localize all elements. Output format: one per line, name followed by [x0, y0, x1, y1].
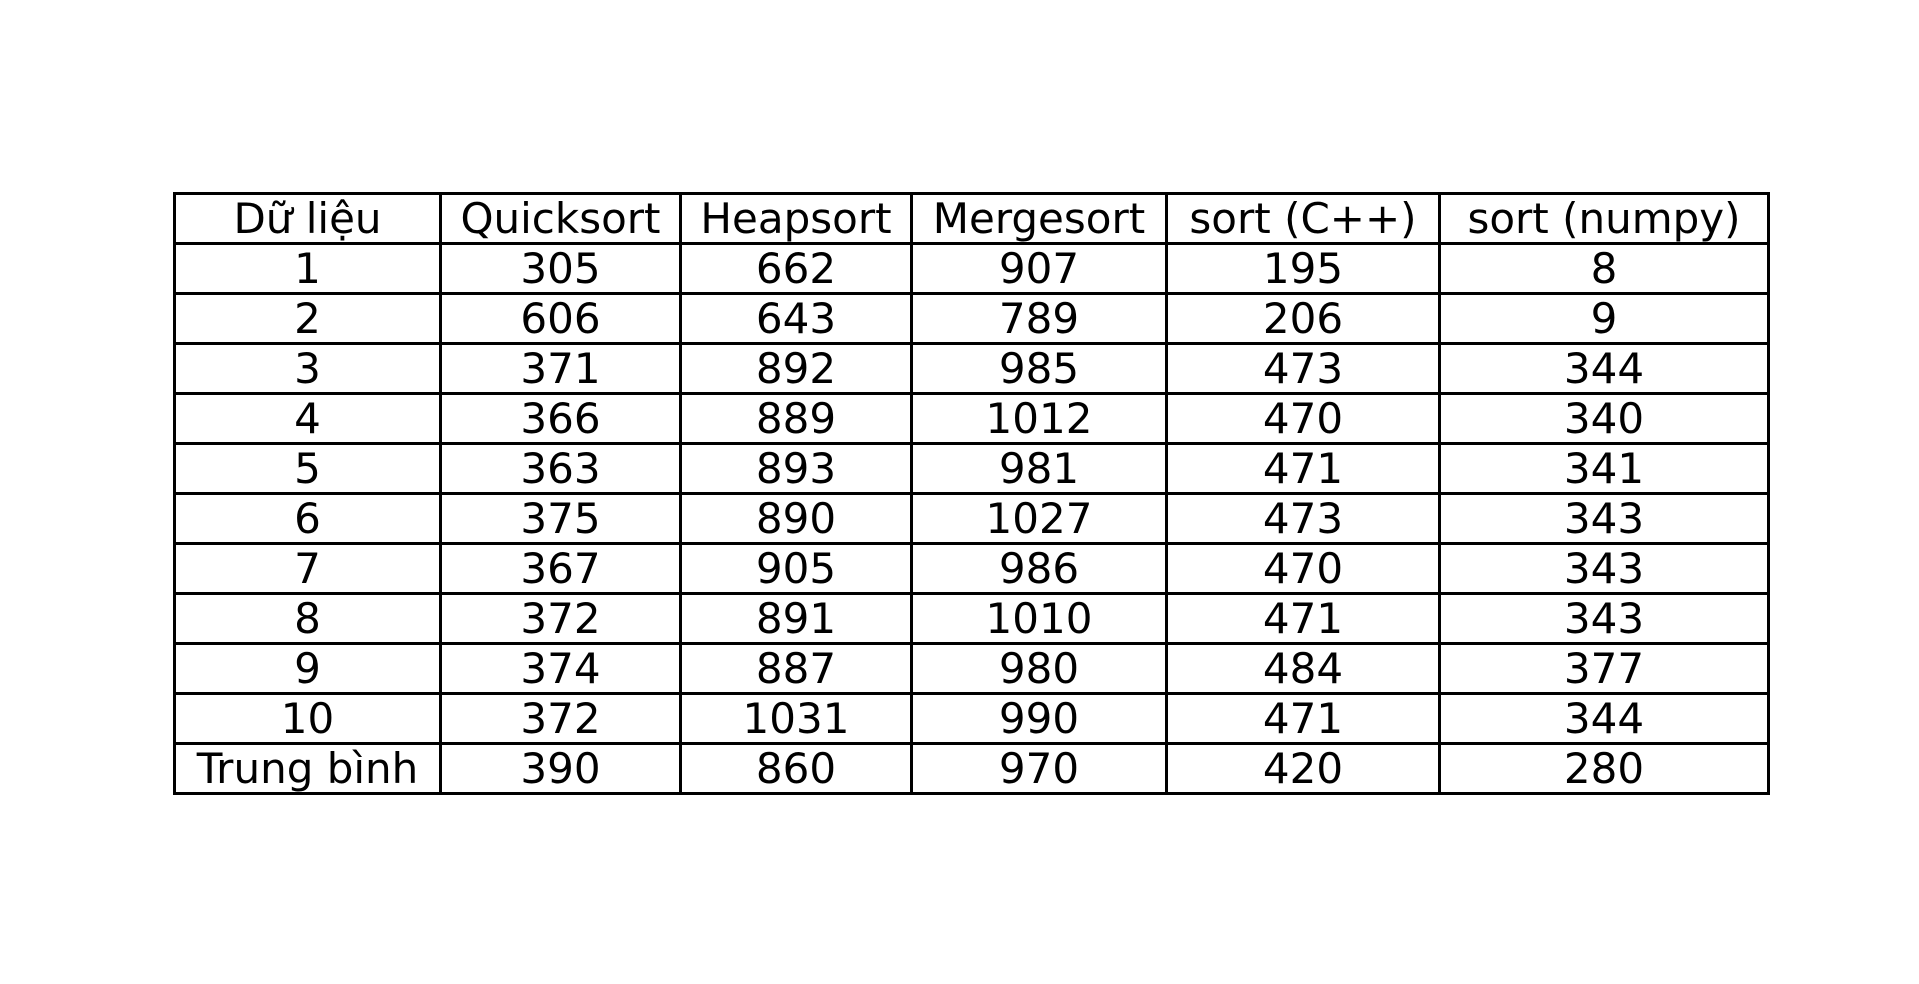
row-label-cell: 5	[173, 442, 442, 495]
value-cell: 970	[910, 742, 1168, 795]
value-cell: 887	[679, 642, 913, 695]
value-cell: 1010	[910, 592, 1168, 645]
data-table-container: Dữ liệu Quicksort Heapsort Mergesort sor…	[173, 192, 1770, 795]
value-cell: 471	[1165, 692, 1441, 745]
table-row: 10 372 1031 990 471 344	[173, 692, 1770, 745]
value-cell: 606	[439, 292, 682, 345]
value-cell: 860	[679, 742, 913, 795]
value-cell: 905	[679, 542, 913, 595]
value-cell: 375	[439, 492, 682, 545]
value-cell: 980	[910, 642, 1168, 695]
value-cell: 206	[1165, 292, 1441, 345]
value-cell: 473	[1165, 492, 1441, 545]
value-cell: 789	[910, 292, 1168, 345]
value-cell: 371	[439, 342, 682, 395]
table-body: 1 305 662 907 195 8 2 606 643 789 206 9 3 371 892 985 47…	[173, 242, 1770, 795]
row-label-cell: 9	[173, 642, 442, 695]
value-cell: 377	[1438, 642, 1770, 695]
row-label-cell: 3	[173, 342, 442, 395]
value-cell: 889	[679, 392, 913, 445]
row-label-cell: Trung bình	[173, 742, 442, 795]
table-row: 8 372 891 1010 471 343	[173, 592, 1770, 645]
table-row: 5 363 893 981 471 341	[173, 442, 1770, 495]
value-cell: 484	[1165, 642, 1441, 695]
table-row: 9 374 887 980 484 377	[173, 642, 1770, 695]
value-cell: 986	[910, 542, 1168, 595]
value-cell: 372	[439, 592, 682, 645]
value-cell: 420	[1165, 742, 1441, 795]
value-cell: 643	[679, 292, 913, 345]
column-header: sort (C++)	[1165, 192, 1441, 245]
value-cell: 471	[1165, 442, 1441, 495]
value-cell: 891	[679, 592, 913, 645]
value-cell: 343	[1438, 492, 1770, 545]
row-label-cell: 4	[173, 392, 442, 445]
average-row: Trung bình 390 860 970 420 280	[173, 742, 1770, 795]
row-label-cell: 8	[173, 592, 442, 645]
row-label-cell: 6	[173, 492, 442, 545]
value-cell: 985	[910, 342, 1168, 395]
table-row: 3 371 892 985 473 344	[173, 342, 1770, 395]
column-header: Dữ liệu	[173, 192, 442, 245]
value-cell: 662	[679, 242, 913, 295]
value-cell: 471	[1165, 592, 1441, 645]
value-cell: 390	[439, 742, 682, 795]
value-cell: 367	[439, 542, 682, 595]
data-table: Dữ liệu Quicksort Heapsort Mergesort sor…	[173, 192, 1770, 795]
column-header: Quicksort	[439, 192, 682, 245]
row-label-cell: 7	[173, 542, 442, 595]
value-cell: 9	[1438, 292, 1770, 345]
column-header: Mergesort	[910, 192, 1168, 245]
value-cell: 363	[439, 442, 682, 495]
value-cell: 892	[679, 342, 913, 395]
value-cell: 907	[910, 242, 1168, 295]
value-cell: 280	[1438, 742, 1770, 795]
value-cell: 1031	[679, 692, 913, 745]
row-label-cell: 2	[173, 292, 442, 345]
value-cell: 990	[910, 692, 1168, 745]
table-row: 7 367 905 986 470 343	[173, 542, 1770, 595]
value-cell: 374	[439, 642, 682, 695]
value-cell: 470	[1165, 392, 1441, 445]
header-row: Dữ liệu Quicksort Heapsort Mergesort sor…	[173, 192, 1770, 245]
value-cell: 981	[910, 442, 1168, 495]
value-cell: 8	[1438, 242, 1770, 295]
value-cell: 470	[1165, 542, 1441, 595]
table-row: 1 305 662 907 195 8	[173, 242, 1770, 295]
value-cell: 1027	[910, 492, 1168, 545]
value-cell: 340	[1438, 392, 1770, 445]
value-cell: 343	[1438, 592, 1770, 645]
value-cell: 344	[1438, 342, 1770, 395]
value-cell: 305	[439, 242, 682, 295]
value-cell: 343	[1438, 542, 1770, 595]
row-label-cell: 10	[173, 692, 442, 745]
row-label-cell: 1	[173, 242, 442, 295]
value-cell: 341	[1438, 442, 1770, 495]
value-cell: 473	[1165, 342, 1441, 395]
column-header: Heapsort	[679, 192, 913, 245]
table-row: 2 606 643 789 206 9	[173, 292, 1770, 345]
column-header: sort (numpy)	[1438, 192, 1770, 245]
table-row: 6 375 890 1027 473 343	[173, 492, 1770, 545]
value-cell: 372	[439, 692, 682, 745]
value-cell: 890	[679, 492, 913, 545]
table-row: 4 366 889 1012 470 340	[173, 392, 1770, 445]
value-cell: 893	[679, 442, 913, 495]
value-cell: 366	[439, 392, 682, 445]
value-cell: 1012	[910, 392, 1168, 445]
value-cell: 344	[1438, 692, 1770, 745]
value-cell: 195	[1165, 242, 1441, 295]
